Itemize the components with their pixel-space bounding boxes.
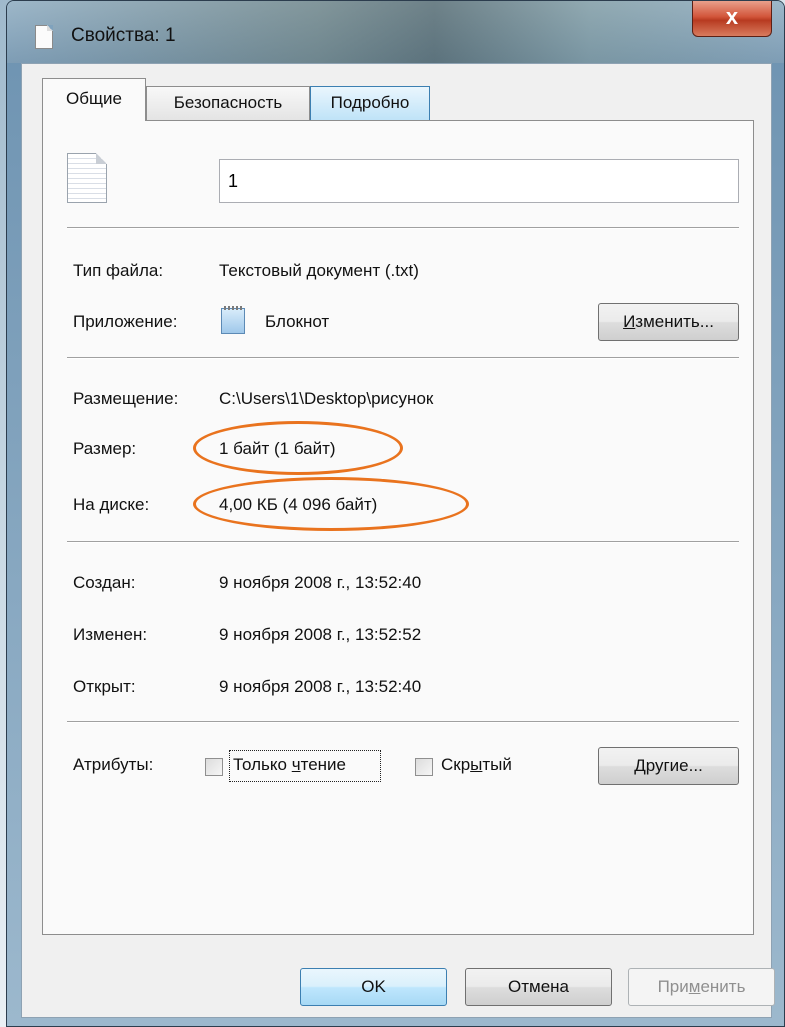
file-type-value: Текстовый документ (.txt) xyxy=(219,261,419,280)
modified-label: Изменен: xyxy=(73,625,148,644)
disk-size-label: На диске: xyxy=(73,495,150,514)
created-label: Создан: xyxy=(73,573,136,592)
location-label: Размещение: xyxy=(73,389,179,408)
separator xyxy=(67,357,739,359)
accessed-value: 9 ноября 2008 г., 13:52:40 xyxy=(219,677,422,696)
notepad-icon xyxy=(221,306,245,334)
document-icon xyxy=(35,25,53,49)
title-bar[interactable]: Свойства: 1 x xyxy=(7,1,784,63)
disk-size-highlight-oval xyxy=(193,477,469,531)
tab-security[interactable]: Безопасность xyxy=(146,86,310,120)
separator xyxy=(67,541,739,543)
tab-security-label: Безопасность xyxy=(173,93,283,112)
app-value: Блокнот xyxy=(265,312,330,331)
close-icon: x xyxy=(725,4,739,29)
dialog-client-area: Общие Безопасность Подробно Тип файла: Т… xyxy=(21,63,775,1018)
size-label: Размер: xyxy=(73,439,137,458)
file-name-input[interactable] xyxy=(219,159,739,203)
readonly-checkbox[interactable] xyxy=(205,758,223,776)
general-tab-panel: Тип файла: Текстовый документ (.txt) При… xyxy=(42,120,754,935)
cancel-button[interactable]: Отмена xyxy=(465,968,612,1006)
modified-value: 9 ноября 2008 г., 13:52:52 xyxy=(219,625,422,644)
separator xyxy=(67,721,739,723)
tab-details[interactable]: Подробно xyxy=(310,86,430,120)
attributes-label: Атрибуты: xyxy=(73,755,154,774)
readonly-label[interactable]: Только чтение xyxy=(233,755,346,775)
app-label: Приложение: xyxy=(73,312,178,331)
window-title: Свойства: 1 xyxy=(71,25,176,46)
location-value: C:\Users\1\Desktop\рисунок xyxy=(219,389,434,408)
separator xyxy=(67,227,739,229)
tab-general-label: Общие xyxy=(66,89,122,108)
size-highlight-oval xyxy=(193,421,403,475)
properties-window: Свойства: 1 x Общие Безопасность Подробн… xyxy=(6,0,785,1027)
hidden-checkbox[interactable] xyxy=(415,758,433,776)
created-value: 9 ноября 2008 г., 13:52:40 xyxy=(219,573,422,592)
ok-button[interactable]: OK xyxy=(300,968,447,1006)
tab-general[interactable]: Общие xyxy=(42,78,146,121)
file-type-label: Тип файла: xyxy=(73,261,164,280)
apply-button[interactable]: Применить xyxy=(628,968,775,1006)
change-app-button[interactable]: Изменить... xyxy=(598,303,739,341)
accessed-label: Открыт: xyxy=(73,677,136,696)
text-file-icon xyxy=(67,153,107,203)
close-button[interactable]: x xyxy=(692,1,772,37)
other-attributes-button[interactable]: Другие... xyxy=(598,747,739,785)
tab-details-label: Подробно xyxy=(330,93,410,112)
hidden-label[interactable]: Скрытый xyxy=(441,755,512,775)
